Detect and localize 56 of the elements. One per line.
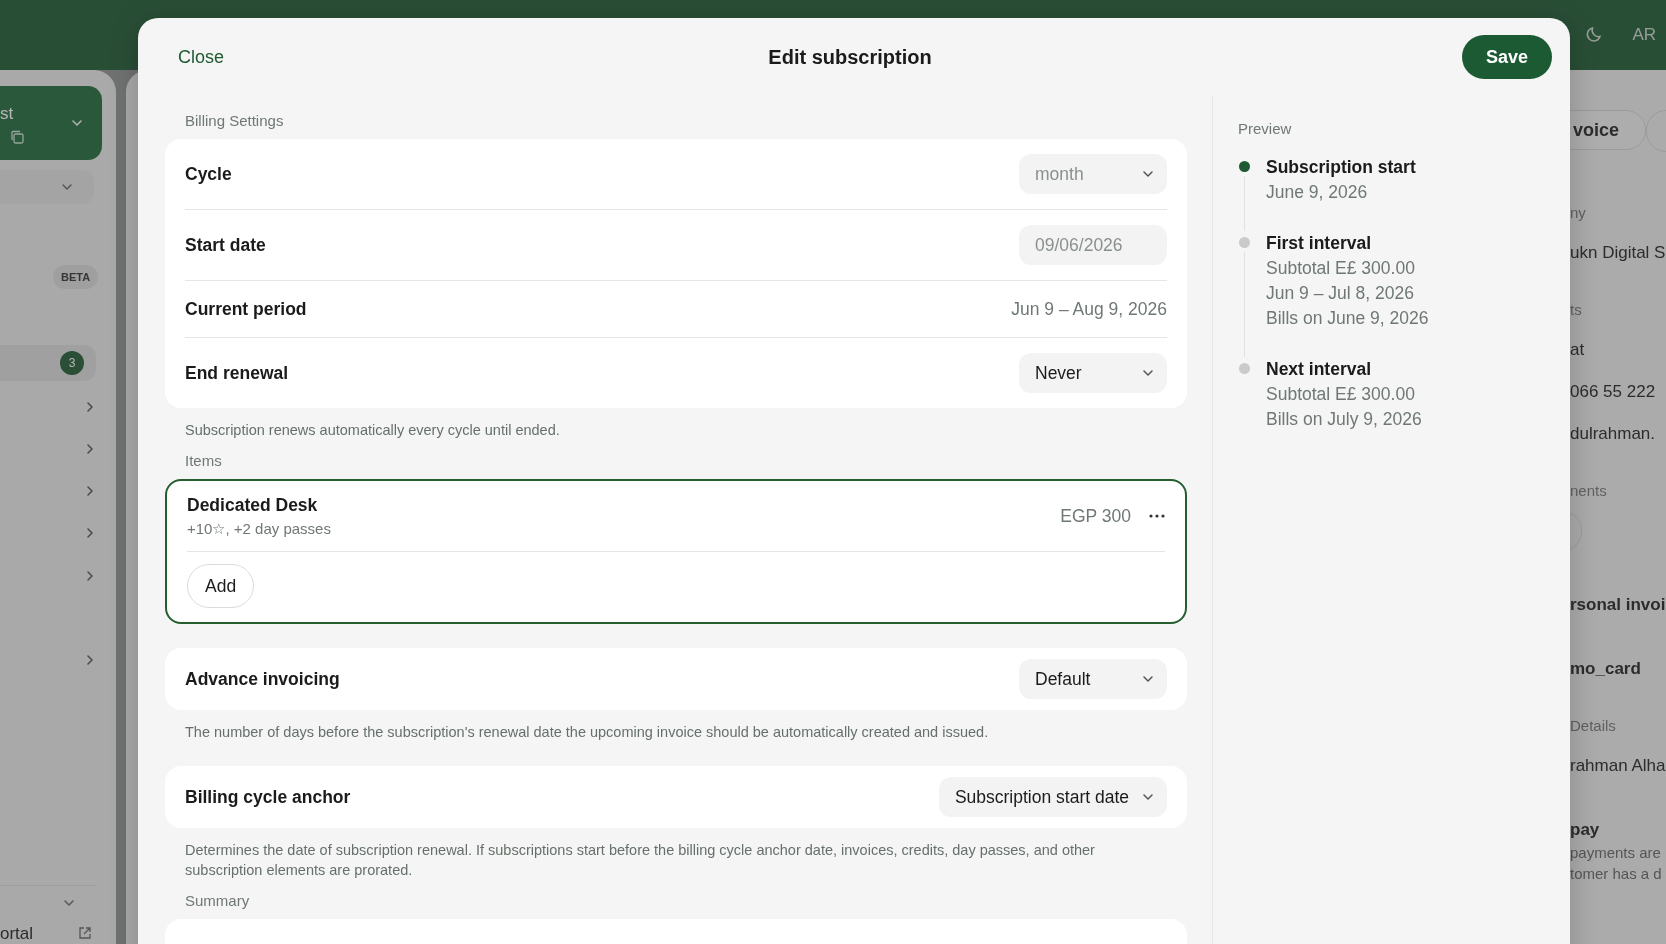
section-heading: pay [1570,820,1601,840]
event-detail: Subtotal E£ 300.00 [1266,257,1416,280]
event-detail: Bills on July 9, 2026 [1266,408,1422,431]
section-label: Billing Settings [185,112,285,129]
beta-badge: BETA [53,265,99,289]
account-switcher[interactable]: st [0,86,102,160]
field-value: at [1570,340,1586,360]
field-label: Billing cycle anchor [185,786,351,808]
item-name: Dedicated Desk [187,494,319,516]
add-button[interactable]: Add [187,564,255,608]
select-field[interactable]: Subscription start date [938,777,1167,817]
field-label: Cycle [185,163,232,185]
portal-link[interactable]: ortal [0,924,34,944]
section-label: Items [185,452,223,469]
sidebar-item[interactable]: 3 [0,345,96,381]
help-text: The number of days before the subscription's renewal date the upcoming invoice should be automatically created and issued. [185,723,990,742]
description-text: tomer has a d [1570,865,1663,882]
save-button[interactable]: Save [1462,35,1552,79]
external-link-icon [78,926,92,940]
close-button[interactable]: Close [168,42,258,72]
field-label: ts [1570,301,1583,318]
field-value: rahman Alha [1570,756,1666,776]
select-field[interactable]: Default [1019,659,1167,699]
more-icon[interactable] [1149,514,1165,518]
field-label: ny [1570,204,1587,221]
language-button[interactable]: AR [1632,25,1656,45]
event-detail: June 9, 2026 [1266,181,1369,204]
event-title: First interval [1266,232,1373,255]
section-label: Summary [185,892,251,909]
field-label: Advance invoicing [185,668,340,690]
section-label: Preview [1238,120,1293,137]
field-label: nents [1570,482,1608,499]
field-label: Details [1570,717,1617,734]
section-heading: rsonal invoi [1570,595,1666,615]
event-detail: Jun 9 – Jul 8, 2026 [1266,282,1415,305]
field-value: 066 55 222 [1570,382,1657,402]
item-price: EGP 300 [1060,505,1131,527]
event-title: Subscription start [1266,156,1416,179]
field-label: Current period [185,298,307,320]
item-detail: +10☆, +2 day passes [187,519,331,538]
field-value: Jun 9 – Aug 9, 2026 [1011,298,1167,320]
event-detail: Bills on June 9, 2026 [1266,307,1429,330]
event-detail: Subtotal E£ 300.00 [1266,383,1416,406]
field-label: End renewal [185,362,289,384]
field-label: Start date [185,234,266,256]
field-value: ukn Digital S [1570,243,1666,263]
section-heading: mo_card [1570,659,1642,679]
event-title: Next interval [1266,358,1373,381]
select-field[interactable]: Never [1019,353,1167,393]
copy-icon[interactable] [10,130,24,144]
field-value: dulrahman. [1570,424,1657,444]
description-text: payments are [1570,844,1662,861]
modal-title: Edit subscription [768,45,932,69]
help-text: Determines the date of subscription renewal. If subscriptions start before the billing cycle anchor date, invoices, credits, day passes, and other subscription elements are prorated. [185,841,1096,880]
count-badge: 3 [60,351,84,375]
help-text: Subscription renews automatically every cycle until ended. [185,421,561,440]
